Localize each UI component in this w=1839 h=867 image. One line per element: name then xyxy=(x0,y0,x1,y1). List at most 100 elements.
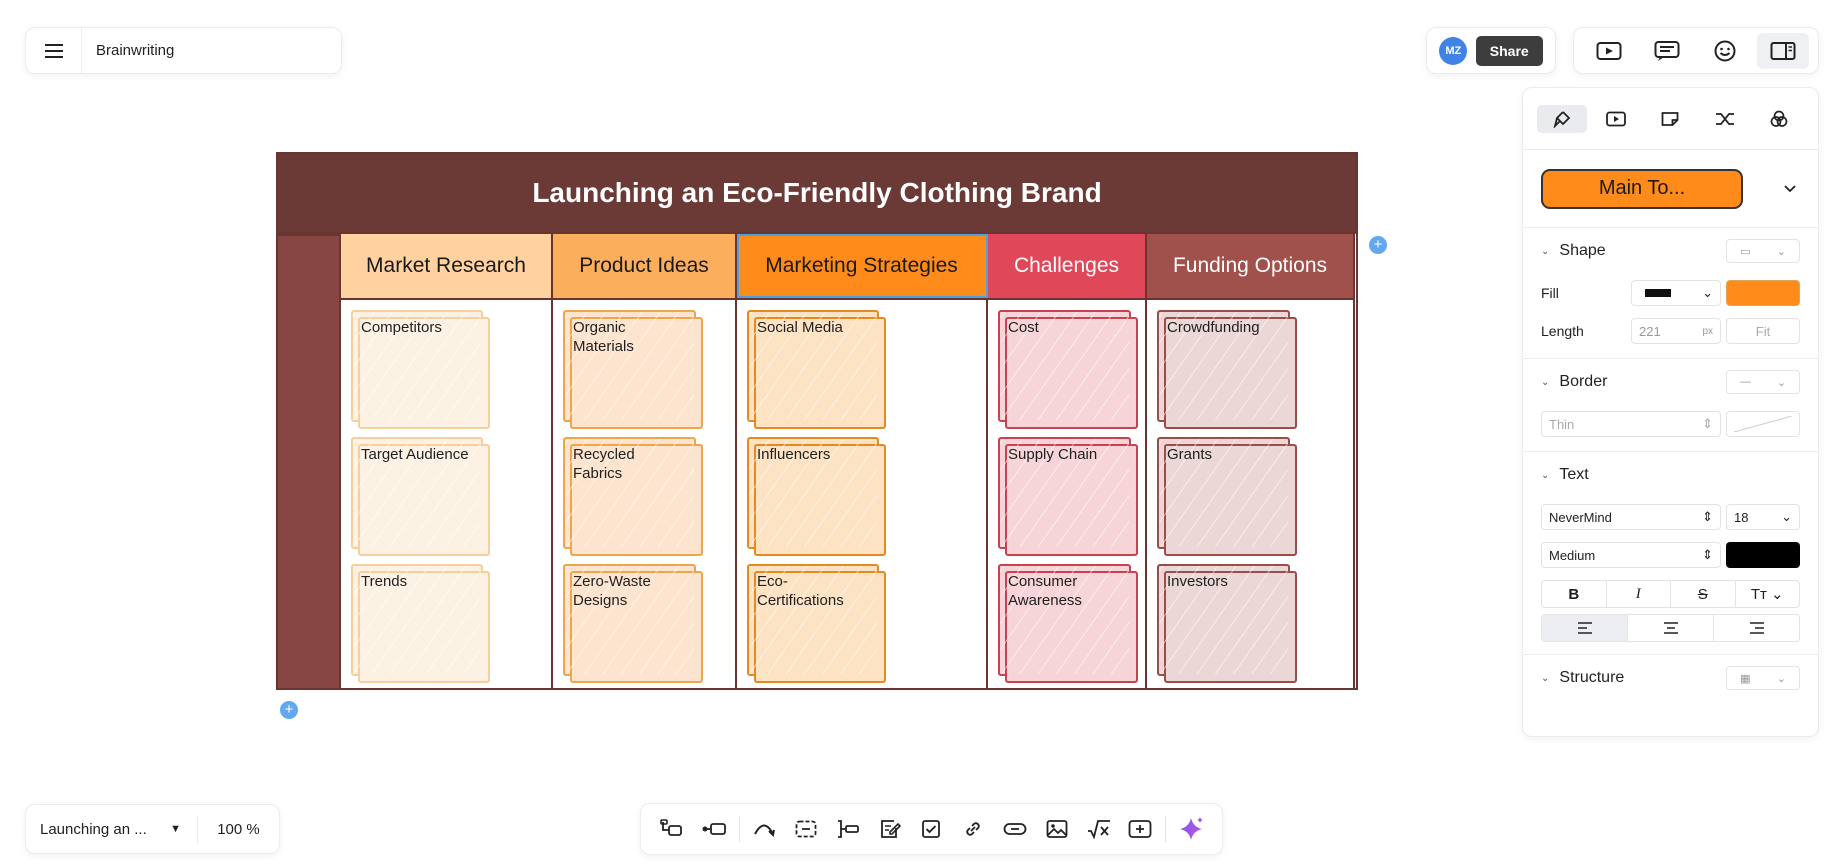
sticky-note[interactable]: Cost xyxy=(998,310,1138,429)
chevron-down-icon[interactable] xyxy=(1784,184,1796,193)
caret-down-icon: ▼ xyxy=(170,823,181,835)
link-tool[interactable] xyxy=(955,811,991,847)
toolbar-separator xyxy=(738,816,740,842)
style-preview[interactable]: Main To... xyxy=(1541,168,1743,209)
tab-style[interactable] xyxy=(1537,104,1588,133)
column-header[interactable]: Funding Options xyxy=(1147,234,1355,298)
sticky-note[interactable]: Trends xyxy=(351,564,490,683)
insert-tool[interactable] xyxy=(1122,811,1158,847)
sticky-note[interactable]: Grants xyxy=(1157,437,1297,556)
border-style-picker[interactable]: — ⌄ xyxy=(1726,370,1800,394)
reactions-button[interactable] xyxy=(1699,33,1751,69)
sticky-note-text: Trends xyxy=(361,573,408,590)
tab-connector[interactable] xyxy=(1700,105,1750,133)
border-section: ⌄ Border — ⌄ Thin ⇕ xyxy=(1523,359,1818,452)
sticky-note[interactable]: Recycled Fabrics xyxy=(563,437,703,556)
fill-style-dropdown[interactable]: ⌄ xyxy=(1631,280,1721,306)
structure-picker[interactable]: ▦ ⌄ xyxy=(1726,666,1800,690)
sticky-note[interactable]: Influencers xyxy=(747,437,886,556)
shape-header[interactable]: ⌄ Shape ▭ ⌄ xyxy=(1541,228,1800,274)
sticky-note-text: Grants xyxy=(1167,446,1213,463)
sticky-note[interactable]: Competitors xyxy=(351,310,490,429)
text-align-group xyxy=(1541,614,1800,642)
summary-tool[interactable] xyxy=(830,811,866,847)
tab-theme[interactable] xyxy=(1754,105,1804,133)
share-button[interactable]: Share xyxy=(1475,35,1543,66)
image-tool[interactable] xyxy=(1039,811,1075,847)
border-color-swatch[interactable] xyxy=(1726,411,1800,437)
panel-toggle-button[interactable] xyxy=(1757,32,1809,69)
sticky-note[interactable]: Organic Materials xyxy=(563,310,703,429)
add-topic-tool[interactable] xyxy=(654,811,690,847)
align-center-button[interactable] xyxy=(1628,615,1714,641)
checkbox-icon xyxy=(922,820,941,838)
italic-button[interactable]: I xyxy=(1607,581,1671,607)
text-header[interactable]: ⌄ Text xyxy=(1541,452,1800,498)
document-title[interactable]: Brainwriting xyxy=(82,42,174,59)
length-input[interactable]: 221 px xyxy=(1631,318,1721,344)
sticky-note[interactable]: Social Media xyxy=(747,310,886,429)
curved-arrow-icon xyxy=(754,824,776,837)
text-label: Text xyxy=(1559,466,1589,483)
tab-media[interactable] xyxy=(1591,105,1641,133)
board-title[interactable]: Launching an Eco-Friendly Clothing Brand xyxy=(278,154,1356,234)
border-header[interactable]: ⌄ Border — ⌄ xyxy=(1541,359,1800,405)
font-weight-select[interactable]: Medium ⇕ xyxy=(1541,542,1721,568)
sticky-note[interactable]: Eco-Certifications xyxy=(747,564,886,683)
align-left-button[interactable] xyxy=(1542,615,1628,641)
note-tool[interactable] xyxy=(872,811,908,847)
avatar[interactable]: MZ xyxy=(1439,36,1468,65)
column-body: Cost Supply Chain Consumer Awareness xyxy=(988,298,1147,688)
chevron-down-icon: ⌄ xyxy=(1702,285,1713,300)
updown-icon: ⇕ xyxy=(1702,509,1713,524)
sticky-note[interactable]: Supply Chain xyxy=(998,437,1138,556)
font-size-value: 18 xyxy=(1734,509,1749,525)
brainwriting-board[interactable]: Launching an Eco-Friendly Clothing Brand… xyxy=(276,152,1358,690)
zoom-level[interactable]: 100 % xyxy=(198,821,279,838)
text-color-swatch[interactable] xyxy=(1726,542,1800,568)
column-header[interactable]: Product Ideas xyxy=(553,234,737,298)
fit-button[interactable]: Fit xyxy=(1726,318,1800,344)
font-family-select[interactable]: NeverMind ⇕ xyxy=(1541,504,1721,530)
ai-assistant-button[interactable] xyxy=(1173,811,1209,847)
bold-button[interactable]: B xyxy=(1542,581,1607,607)
view-toolbar xyxy=(1573,27,1819,74)
column-header[interactable]: Challenges xyxy=(988,234,1147,298)
fill-label: Fill xyxy=(1541,285,1559,301)
sticky-note[interactable]: Target Audience xyxy=(351,437,490,556)
border-weight-select[interactable]: Thin ⇕ xyxy=(1541,411,1721,437)
fill-color-swatch[interactable] xyxy=(1726,280,1800,306)
length-row: Length 221 px Fit xyxy=(1541,312,1800,350)
comments-button[interactable] xyxy=(1641,33,1693,69)
equation-tool[interactable] xyxy=(1081,811,1117,847)
align-right-button[interactable] xyxy=(1714,615,1799,641)
embed-link-tool[interactable] xyxy=(997,811,1033,847)
font-size-select[interactable]: 18 ⌄ xyxy=(1726,504,1800,530)
tab-sticky[interactable] xyxy=(1645,105,1695,133)
shape-picker[interactable]: ▭ ⌄ xyxy=(1726,239,1800,263)
text-case-button[interactable]: Tт ⌄ xyxy=(1736,581,1800,607)
strikethrough-button[interactable]: S xyxy=(1671,581,1736,607)
add-row-button[interactable]: + xyxy=(280,701,298,719)
sticky-note-icon xyxy=(1662,111,1679,126)
column-body: Organic Materials Recycled Fabrics Zero-Wa… xyxy=(553,298,737,688)
boundary-tool[interactable] xyxy=(788,811,824,847)
text-section: ⌄ Text NeverMind ⇕ 18 ⌄ Medium ⇕ B I S Tт ⌄ xyxy=(1523,452,1818,655)
hamburger-icon xyxy=(44,43,63,58)
column-header[interactable]: Marketing Strategies xyxy=(737,234,988,298)
sticky-note[interactable]: Crowdfunding xyxy=(1157,310,1297,429)
sticky-note[interactable]: Investors xyxy=(1157,564,1297,683)
add-column-button[interactable]: + xyxy=(1369,236,1387,254)
add-subtopic-tool[interactable] xyxy=(696,811,732,847)
page-selector[interactable]: Launching an ... ▼ xyxy=(26,815,198,843)
sparkle-icon xyxy=(1180,817,1204,840)
menu-button[interactable] xyxy=(26,28,82,73)
relationship-tool[interactable] xyxy=(747,811,783,847)
sticky-note[interactable]: Zero-Waste Designs xyxy=(563,564,703,683)
sticky-note[interactable]: Consumer Awareness xyxy=(998,564,1138,683)
present-button[interactable] xyxy=(1583,33,1635,69)
column-header[interactable]: Market Research xyxy=(341,234,553,298)
structure-header[interactable]: ⌄ Structure ▦ ⌄ xyxy=(1541,655,1800,701)
task-tool[interactable] xyxy=(914,811,950,847)
add-box-icon xyxy=(1128,820,1152,838)
